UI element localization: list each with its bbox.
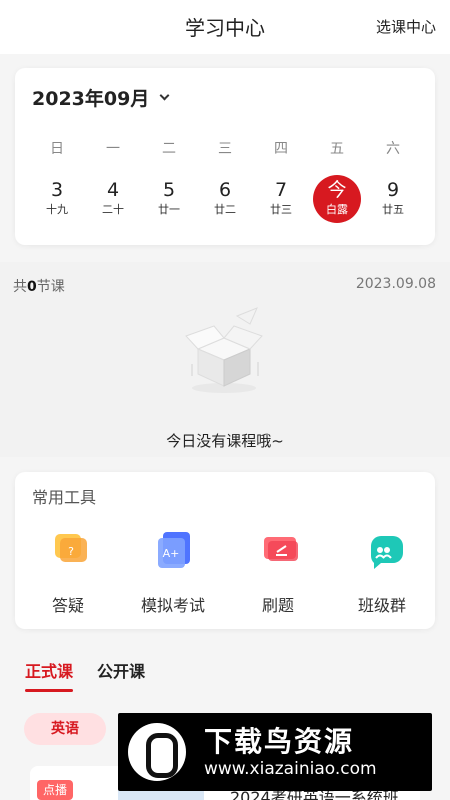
day-number: 7 <box>274 179 288 201</box>
subject-filter-english[interactable]: 英语 <box>24 713 106 745</box>
chevron-down-icon <box>159 90 170 101</box>
weekday-label: 一 <box>106 141 120 157</box>
tool-label: 班级群 <box>357 596 406 615</box>
day-number: 6 <box>218 179 232 201</box>
weekday-label: 四 <box>274 141 288 157</box>
course-count: 共0节课 <box>13 276 65 296</box>
calendar-day[interactable]: 4 二十 <box>85 178 141 230</box>
calendar-day[interactable]: 7 廿三 <box>253 178 309 230</box>
selected-date: 2023.09.08 <box>355 276 436 292</box>
weekday-label: 六 <box>386 141 400 157</box>
weekday-label: 五 <box>330 141 344 157</box>
group-chat-icon <box>371 536 403 569</box>
calendar-day[interactable]: 6 廿二 <box>197 178 253 230</box>
tab-public-course[interactable]: 公开课 <box>97 658 145 682</box>
lunar-date: 廿二 <box>214 203 236 216</box>
tool-label: 答疑 <box>51 596 84 615</box>
svg-text:A+: A+ <box>163 547 180 560</box>
tab-formal-course[interactable]: 正式课 <box>25 658 74 692</box>
weekday-label: 日 <box>50 141 64 157</box>
date-row: 3 十九 4 二十 5 廿一 6 廿二 7 廿三 今 白露 9 廿五 <box>15 175 435 230</box>
calendar-card: 2023年09月 日 一 二 三 四 五 六 3 十九 4 二十 5 廿一 6 … <box>15 68 435 245</box>
tool-label: 刷题 <box>261 596 294 615</box>
empty-state-message: 今日没有课程哦~ <box>166 432 284 450</box>
tool-group-chat[interactable]: 班级群 <box>337 530 427 616</box>
top-navigation-bar: 学习中心 选课中心 <box>0 0 450 54</box>
tool-label: 模拟考试 <box>140 596 205 615</box>
calendar-day[interactable]: 3 十九 <box>29 178 85 230</box>
day-number: 今 <box>327 179 347 201</box>
month-label: 2023年09月 <box>32 88 150 110</box>
lunar-date: 廿三 <box>270 203 292 216</box>
calendar-day[interactable]: 5 廿一 <box>141 178 197 230</box>
weekday-label: 二 <box>162 141 176 157</box>
question-icon: ? <box>55 534 87 562</box>
practice-icon <box>264 537 298 561</box>
day-number: 3 <box>50 179 64 201</box>
tools-title: 常用工具 <box>32 488 97 507</box>
course-count-value: 0 <box>27 279 37 295</box>
lunar-date: 白露 <box>326 203 348 216</box>
watermark-title: 下载鸟资源 <box>204 725 355 758</box>
watermark-text: 下载鸟资源 www.xiazainiao.com <box>204 725 377 779</box>
watermark-url: www.xiazainiao.com <box>204 759 377 779</box>
common-tools-card: 常用工具 ? 答疑 A+ 模拟考试 刷题 班级群 <box>15 472 435 629</box>
site-watermark: 下载鸟资源 www.xiazainiao.com <box>118 713 432 791</box>
lunar-date: 二十 <box>102 203 124 216</box>
course-type-tabs: 正式课 公开课 <box>25 658 145 692</box>
on-demand-badge: 点播 <box>37 780 73 800</box>
lunar-date: 廿五 <box>382 203 404 216</box>
lunar-date: 十九 <box>46 203 68 216</box>
calendar-day[interactable]: 9 廿五 <box>365 178 421 230</box>
daily-course-panel: 共0节课 2023.09.08 今日没有课程哦~ <box>0 262 450 457</box>
lunar-date: 廿一 <box>158 203 180 216</box>
mock-exam-icon: A+ <box>158 532 190 568</box>
bird-logo-icon <box>128 723 186 781</box>
month-selector[interactable]: 2023年09月 <box>32 84 170 111</box>
course-count-suffix: 节课 <box>36 279 65 295</box>
tool-practice[interactable]: 刷题 <box>233 530 323 616</box>
course-count-prefix: 共 <box>13 279 27 295</box>
today-date[interactable]: 今 白露 <box>309 175 365 230</box>
tool-mock-exam[interactable]: A+ 模拟考试 <box>128 530 218 616</box>
tool-question[interactable]: ? 答疑 <box>23 530 113 616</box>
empty-box-illustration <box>185 307 263 393</box>
weekday-row: 日 一 二 三 四 五 六 <box>15 138 435 158</box>
svg-text:?: ? <box>68 545 74 558</box>
weekday-label: 三 <box>218 141 232 157</box>
day-number: 5 <box>162 179 176 201</box>
course-selection-center-link[interactable]: 选课中心 <box>376 16 436 37</box>
day-number: 4 <box>106 179 120 201</box>
day-number: 9 <box>386 179 400 201</box>
